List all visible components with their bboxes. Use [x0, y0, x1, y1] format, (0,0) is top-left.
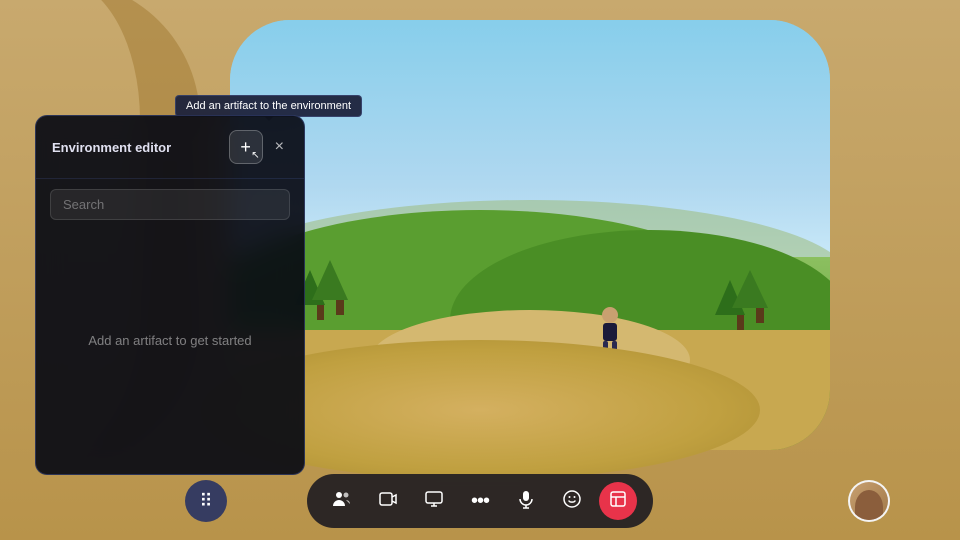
- screen-share-button[interactable]: [415, 482, 453, 520]
- mic-icon: [516, 489, 536, 514]
- avatar-preview: [850, 482, 888, 520]
- emoji-icon: [562, 489, 582, 514]
- people-button[interactable]: [323, 482, 361, 520]
- plus-icon: +: [240, 137, 251, 158]
- avatar-figure: [855, 490, 883, 520]
- people-icon: [332, 489, 352, 514]
- apps-grid-icon: ⠿: [199, 491, 212, 512]
- add-artifact-button[interactable]: + ↖: [229, 130, 263, 164]
- emoji-button[interactable]: [553, 482, 591, 520]
- search-input[interactable]: [50, 189, 290, 220]
- media-icon: [378, 489, 398, 514]
- mic-button[interactable]: [507, 482, 545, 520]
- cursor-icon: ↖: [251, 150, 259, 161]
- artifacts-icon: [608, 489, 628, 514]
- artifacts-button[interactable]: [599, 482, 637, 520]
- media-button[interactable]: [369, 482, 407, 520]
- toolbar: •••: [307, 474, 653, 528]
- panel-header: Environment editor + ↖ ×: [36, 116, 304, 179]
- environment-editor-panel: Environment editor + ↖ × Add an artifact…: [35, 115, 305, 475]
- more-dots-icon: •••: [471, 490, 489, 513]
- panel-actions: + ↖ ×: [229, 130, 288, 164]
- more-button[interactable]: •••: [461, 482, 499, 520]
- apps-button[interactable]: ⠿: [185, 480, 227, 522]
- search-section: [36, 179, 304, 230]
- user-avatar-button[interactable]: [848, 480, 890, 522]
- close-panel-button[interactable]: ×: [271, 135, 288, 159]
- panel-title: Environment editor: [52, 140, 171, 155]
- screen-share-icon: [424, 489, 444, 514]
- empty-state-message: Add an artifact to get started: [36, 230, 304, 450]
